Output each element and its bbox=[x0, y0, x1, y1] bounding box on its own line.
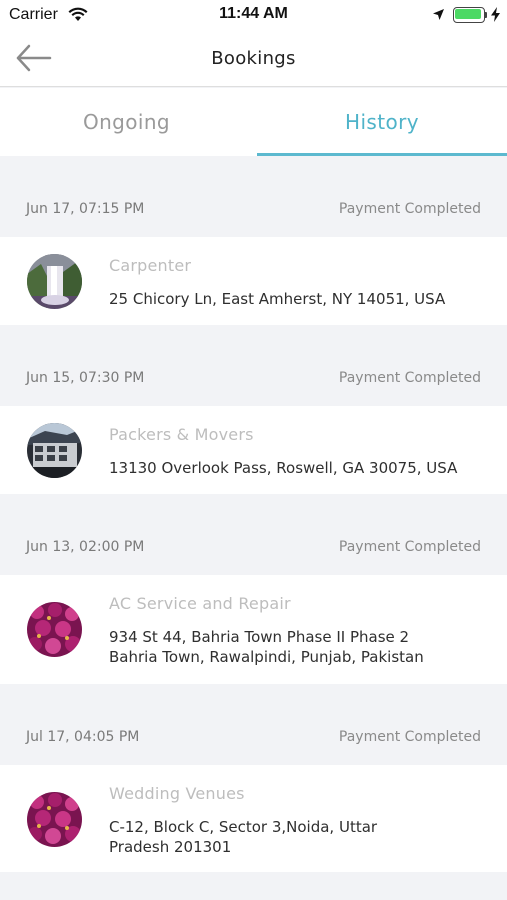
booking-date: Jun 17, 07:15 PM bbox=[26, 201, 145, 217]
location-arrow-icon bbox=[432, 8, 445, 26]
service-image bbox=[27, 254, 82, 309]
tab-ongoing-label: Ongoing bbox=[82, 110, 171, 134]
booking-header: Jun 13, 02:00 PM Payment Completed bbox=[0, 494, 507, 575]
booking-card[interactable]: Carpenter 25 Chicory Ln, East Amherst, N… bbox=[0, 237, 507, 325]
status-bar: Carrier 11:44 AM bbox=[0, 0, 507, 30]
service-name: Packers & Movers bbox=[109, 425, 254, 444]
booking-date: Jun 13, 02:00 PM bbox=[26, 539, 145, 555]
booking-header: Jun 17, 07:15 PM Payment Completed bbox=[0, 156, 507, 237]
booking-address: C-12, Block C, Sector 3,Noida, Uttar Pra… bbox=[109, 817, 479, 857]
tab-history-label: History bbox=[345, 110, 419, 134]
charging-bolt-icon bbox=[491, 7, 500, 27]
battery-icon bbox=[453, 7, 488, 23]
service-image bbox=[27, 792, 82, 847]
service-name: Carpenter bbox=[109, 256, 192, 275]
booking-card[interactable]: Wedding Venues C-12, Block C, Sector 3,N… bbox=[0, 765, 507, 872]
booking-address: 13130 Overlook Pass, Roswell, GA 30075, … bbox=[109, 459, 458, 477]
address-line: C-12, Block C, Sector 3,Noida, Uttar bbox=[109, 818, 378, 836]
tab-bar: Ongoing History bbox=[0, 88, 507, 156]
payment-status: Payment Completed bbox=[338, 729, 481, 745]
service-image bbox=[27, 602, 82, 657]
booking-card[interactable]: Packers & Movers 13130 Overlook Pass, Ro… bbox=[0, 406, 507, 494]
page-title: Bookings bbox=[211, 48, 296, 69]
service-name: AC Service and Repair bbox=[109, 594, 291, 613]
payment-status: Payment Completed bbox=[338, 370, 481, 386]
booking-date: Jun 15, 07:30 PM bbox=[26, 370, 145, 386]
booking-date: Jul 17, 04:05 PM bbox=[26, 729, 140, 745]
bookings-list: Jun 17, 07:15 PM Payment Completed Carpe… bbox=[0, 156, 507, 872]
payment-status: Payment Completed bbox=[338, 201, 481, 217]
service-name: Wedding Venues bbox=[109, 784, 245, 803]
booking-header: Jun 15, 07:30 PM Payment Completed bbox=[0, 325, 507, 406]
navigation-bar: Bookings bbox=[0, 30, 507, 87]
booking-address: 934 St 44, Bahria Town Phase II Phase 2 … bbox=[109, 627, 479, 667]
tab-ongoing[interactable]: Ongoing bbox=[0, 88, 253, 156]
service-image bbox=[27, 423, 82, 478]
booking-address: 25 Chicory Ln, East Amherst, NY 14051, U… bbox=[109, 290, 446, 308]
address-line: Bahria Town, Rawalpindi, Punjab, Pakista… bbox=[109, 648, 424, 666]
payment-status: Payment Completed bbox=[338, 539, 481, 555]
booking-header: Jul 17, 04:05 PM Payment Completed bbox=[0, 684, 507, 765]
tab-history[interactable]: History bbox=[257, 88, 507, 156]
address-line: Pradesh 201301 bbox=[109, 838, 232, 856]
clock: 11:44 AM bbox=[219, 5, 288, 22]
booking-card[interactable]: AC Service and Repair 934 St 44, Bahria … bbox=[0, 575, 507, 684]
address-line: 934 St 44, Bahria Town Phase II Phase 2 bbox=[109, 628, 410, 646]
